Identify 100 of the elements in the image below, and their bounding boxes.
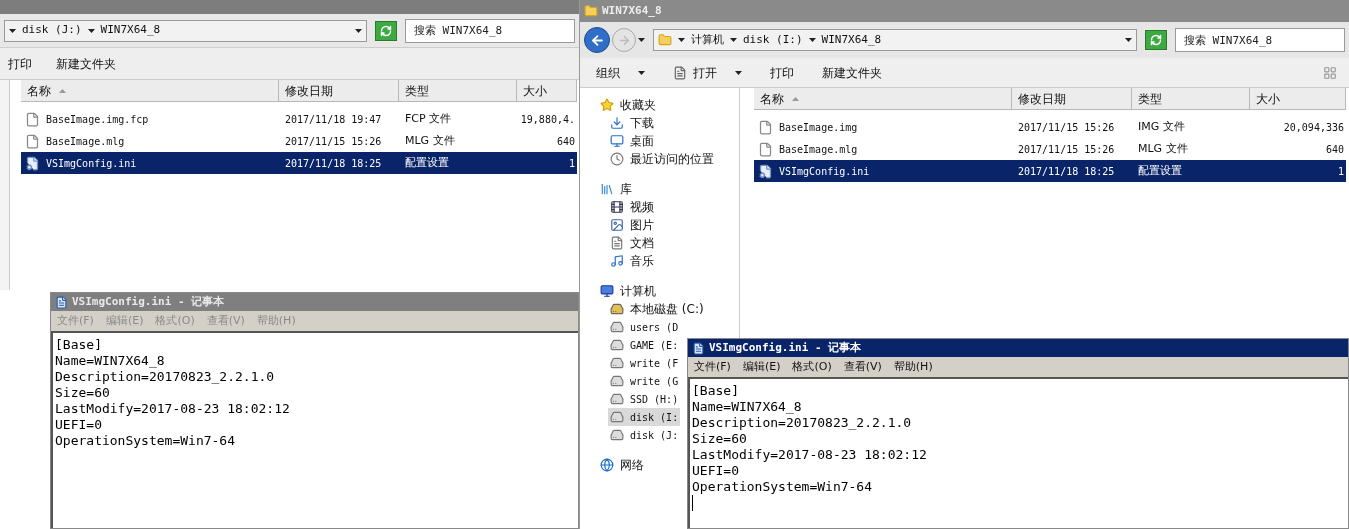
nav-item[interactable]: 收藏夹: [598, 96, 658, 114]
date-cell-text: 2017/11/15 15:26: [284, 134, 383, 149]
file-row[interactable]: BaseImage.mlg 2017/11/15 15:26 MLG 文件 640: [754, 138, 1346, 160]
date-cell-text: 2017/11/18 19:47: [284, 112, 383, 127]
caret-icon[interactable]: [678, 38, 685, 42]
text-line: Description=20170823_2.2.1.0: [55, 369, 275, 385]
menu-item[interactable]: 查看(V): [843, 358, 882, 376]
address-bar[interactable]: 计算机 disk (I:) WIN7X64_8: [653, 29, 1137, 51]
video-icon: [610, 200, 624, 214]
column-header[interactable]: 大小: [1250, 88, 1346, 109]
caret-icon[interactable]: [1125, 38, 1132, 42]
caret-icon[interactable]: [730, 38, 737, 42]
breadcrumb[interactable]: WIN7X64_8: [100, 22, 161, 39]
nav-item[interactable]: 网络: [598, 456, 646, 474]
refresh-button[interactable]: [375, 20, 397, 41]
refresh-icon: [1150, 34, 1162, 46]
drive-icon: [610, 374, 624, 388]
date-cell-text: 2017/11/18 18:25: [1017, 164, 1116, 179]
text-line: LastModify=2017-08-23 18:02:12: [692, 447, 927, 463]
menu-item[interactable]: 编辑(E): [742, 358, 781, 376]
column-header[interactable]: 名称: [754, 88, 1012, 109]
nav-item[interactable]: 图片: [608, 216, 656, 234]
toolbar-button[interactable]: 组织: [592, 63, 649, 82]
nav-item[interactable]: users (D: [608, 318, 681, 336]
file-name: VSImgConfig.ini: [46, 156, 137, 171]
text-line: UEFI=0: [692, 463, 739, 479]
config-file-icon: [758, 163, 773, 179]
size-cell-text: 20,094,336: [1282, 120, 1345, 135]
nav-item[interactable]: 文档: [608, 234, 656, 252]
file-row[interactable]: BaseImage.mlg 2017/11/15 15:26 MLG 文件 640: [21, 130, 577, 152]
toolbar-button[interactable]: 打开: [669, 63, 746, 82]
menu-item[interactable]: 文件(F): [694, 358, 731, 376]
file-row[interactable]: BaseImage.img.fcp 2017/11/18 19:47 FCP 文件 19,880,4.: [21, 108, 577, 130]
toolbar-button[interactable]: 新建文件夹: [818, 63, 886, 82]
window-title: VSImgConfig.ini - 记事本: [709, 339, 862, 356]
back-button[interactable]: [584, 27, 610, 53]
desktop-icon: [610, 134, 624, 148]
file-row[interactable]: BaseImage.img 2017/11/15 15:26 IMG 文件 20,094,336: [754, 116, 1346, 138]
config-file-icon: [25, 155, 40, 171]
column-header[interactable]: 类型: [399, 80, 517, 101]
breadcrumb[interactable]: disk (I:): [743, 31, 803, 49]
file-name: BaseImage.mlg: [779, 142, 858, 157]
type-cell-text: 配置设置: [1137, 162, 1183, 179]
text-line: Description=20170823_2.2.1.0: [692, 415, 912, 431]
caret-icon[interactable]: [9, 28, 16, 33]
column-header[interactable]: 修改日期: [279, 80, 399, 101]
text-area[interactable]: [Base] Name=WIN7X64_8 Description=20170823_2.2.1.0 Size=60 LastModify=2017-08-23 18:02:12 UEFI=0 OperationSystem=Win7-64: [51, 331, 578, 528]
caret-icon[interactable]: [87, 28, 95, 33]
file-row[interactable]: VSImgConfig.ini 2017/11/18 18:25 配置设置 1: [21, 152, 577, 174]
nav-item[interactable]: write (G: [608, 372, 681, 390]
type-cell-text: MLG 文件: [1137, 140, 1189, 157]
column-header[interactable]: 类型: [1132, 88, 1250, 109]
text-area[interactable]: [Base] Name=WIN7X64_8 Description=20170823_2.2.1.0 Size=60 LastModify=2017-08-23 18:02:12 UEFI=0 OperationSystem=Win7-64: [688, 377, 1348, 528]
nav-item[interactable]: 下载: [608, 114, 656, 132]
search-field[interactable]: 搜索 WIN7X64_8: [1175, 28, 1345, 52]
caret-icon[interactable]: [638, 70, 645, 75]
size-cell-text: 640: [1324, 142, 1345, 157]
size-cell-text: 640: [555, 134, 576, 149]
caret-icon[interactable]: [808, 38, 816, 42]
drive-icon: [610, 338, 624, 352]
column-header[interactable]: 修改日期: [1012, 88, 1132, 109]
caret-icon[interactable]: [355, 28, 362, 33]
star-icon: [600, 98, 614, 112]
drive-icon: [610, 392, 624, 406]
nav-item[interactable]: 计算机: [598, 282, 658, 300]
nav-item[interactable]: 音乐: [608, 252, 656, 270]
search-field[interactable]: 搜索 WIN7X64_8: [405, 18, 575, 43]
nav-item[interactable]: disk (I:: [608, 408, 681, 426]
nav-item[interactable]: 桌面: [608, 132, 656, 150]
nav-item[interactable]: disk (J:: [608, 426, 681, 444]
size-cell-text: 1: [1336, 164, 1345, 179]
nav-item[interactable]: 本地磁盘 (C:): [608, 300, 706, 318]
toolbar-button[interactable]: 新建文件夹: [52, 54, 120, 73]
menu-item[interactable]: 帮助(H): [893, 358, 933, 376]
computer-icon: [600, 284, 614, 298]
breadcrumb[interactable]: WIN7X64_8: [821, 31, 882, 49]
toolbar-button[interactable]: 打印: [766, 63, 798, 82]
refresh-button[interactable]: [1145, 30, 1167, 50]
nav-item[interactable]: SSD (H:): [608, 390, 681, 408]
text-line: OperationSystem=Win7-64: [692, 479, 872, 495]
column-header[interactable]: 名称: [21, 80, 279, 101]
address-bar[interactable]: disk (J:) WIN7X64_8: [4, 19, 367, 42]
file-row[interactable]: VSImgConfig.ini 2017/11/18 18:25 配置设置 1: [754, 160, 1346, 182]
nav-item[interactable]: 最近访问的位置: [608, 150, 716, 168]
drive-icon: [610, 356, 624, 370]
menu-item[interactable]: 格式(O): [792, 358, 832, 376]
nav-item[interactable]: write (F: [608, 354, 681, 372]
nav-item[interactable]: 视频: [608, 198, 656, 216]
column-header[interactable]: 大小: [517, 80, 577, 101]
drive-icon: [610, 428, 624, 442]
network-icon: [600, 458, 614, 472]
caret-icon[interactable]: [638, 38, 645, 42]
file-name: VSImgConfig.ini: [779, 164, 870, 179]
nav-item[interactable]: GAME (E:: [608, 336, 681, 354]
nav-item[interactable]: 库: [598, 180, 634, 198]
breadcrumb[interactable]: disk (J:): [22, 22, 82, 39]
breadcrumb[interactable]: 计算机: [691, 31, 724, 49]
caret-icon[interactable]: [735, 70, 742, 75]
toolbar-button[interactable]: 打印: [4, 54, 36, 73]
file-name: BaseImage.img.fcp: [46, 112, 149, 127]
